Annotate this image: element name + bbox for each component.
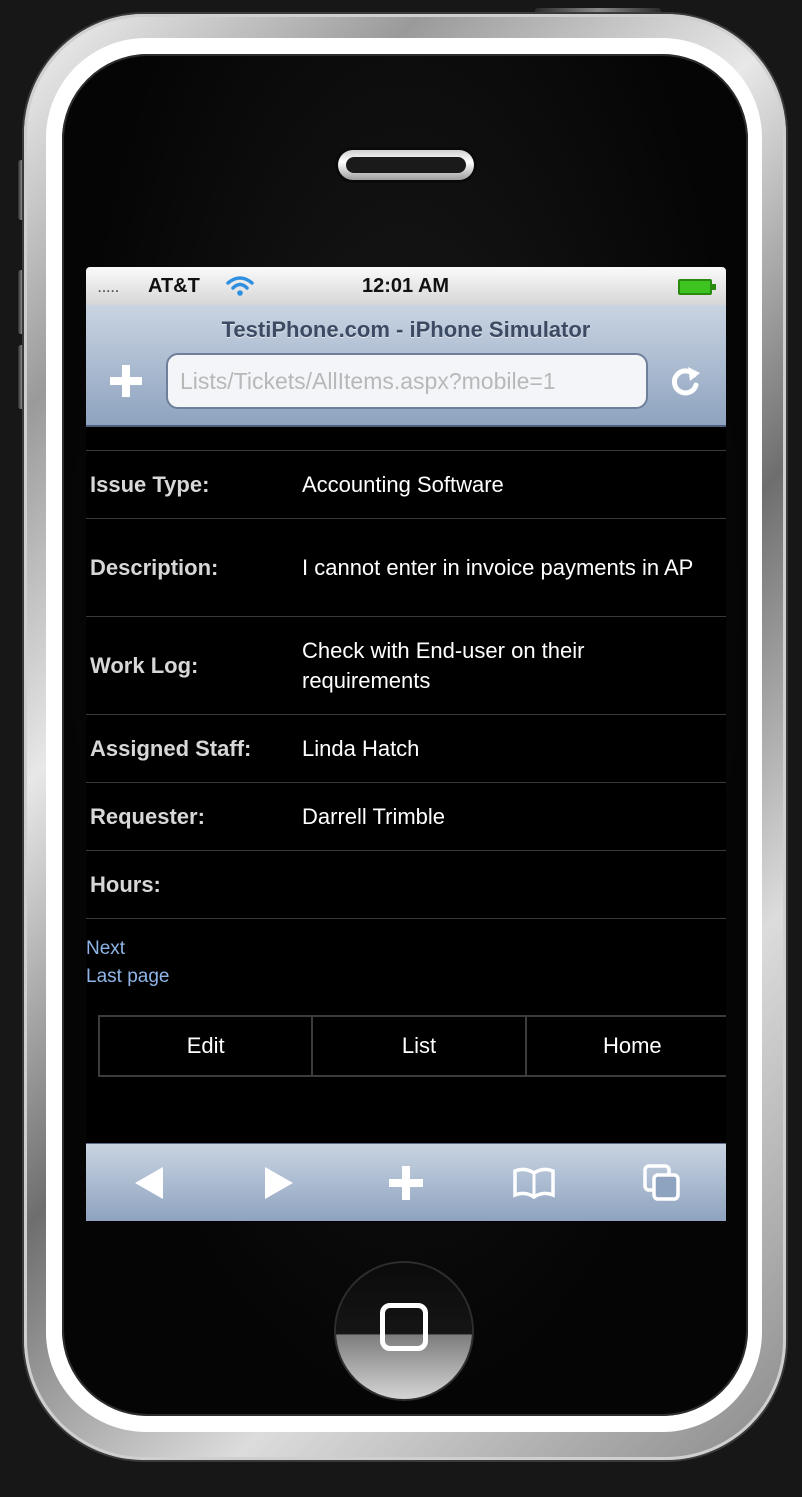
carrier-label: AT&T [148, 275, 200, 297]
edit-button[interactable]: Edit [100, 1017, 314, 1075]
bookmarks-button[interactable] [510, 1159, 558, 1207]
field-row-issue-type: Issue Type: Accounting Software [86, 451, 726, 519]
field-label: Work Log: [90, 652, 199, 678]
field-label: Hours: [90, 871, 161, 897]
field-value: I cannot enter in invoice payments in AP [302, 554, 694, 580]
add-button[interactable] [382, 1159, 430, 1207]
reload-icon[interactable] [668, 363, 702, 401]
pages-button[interactable] [638, 1159, 686, 1207]
browser-chrome: TestiPhone.com - iPhone Simulator Lists/… [86, 305, 726, 427]
simulator-stage: ..... AT&T 12:01 AM TestiPhone.com - iPh… [0, 0, 802, 1497]
list-button[interactable]: List [313, 1017, 527, 1075]
field-label: Description: [90, 554, 219, 580]
url-field[interactable]: Lists/Tickets/AllItems.aspx?mobile=1 [166, 353, 648, 409]
field-label: Assigned Staff: [90, 735, 252, 761]
field-value: Linda Hatch [302, 735, 420, 761]
bookmarks-icon [513, 1167, 555, 1199]
back-arrow-icon [135, 1166, 163, 1199]
field-row-work-log: Work Log: Check with End-user on their r… [86, 617, 726, 715]
next-link[interactable]: Next [86, 935, 726, 963]
back-button[interactable] [126, 1159, 174, 1207]
pager: Next Last page [86, 919, 726, 991]
field-label: Requester: [90, 803, 205, 829]
home-square-icon [380, 1303, 428, 1351]
plus-icon [389, 1165, 423, 1200]
field-row-assigned-staff: Assigned Staff: Linda Hatch [86, 715, 726, 783]
add-bookmark-button[interactable] [108, 359, 144, 403]
forward-arrow-icon [265, 1166, 293, 1199]
browser-toolbar [86, 1143, 726, 1221]
action-bar: Edit List Home [98, 1015, 726, 1077]
plus-icon [110, 365, 142, 397]
last-page-link[interactable]: Last page [86, 963, 726, 991]
home-nav-button[interactable]: Home [527, 1017, 726, 1075]
ticket-detail: Issue Type: Accounting Software Descript… [86, 429, 726, 991]
forward-button[interactable] [254, 1159, 302, 1207]
field-row-hours: Hours: [86, 851, 726, 919]
wifi-icon [226, 276, 254, 296]
field-value: Check with End-user on their requirement… [302, 637, 585, 693]
home-button[interactable] [336, 1263, 472, 1399]
earpiece-speaker [338, 150, 474, 180]
field-label: Issue Type: [90, 471, 210, 497]
pages-icon [643, 1163, 680, 1201]
status-time: 12:01 AM [362, 275, 450, 297]
field-row-requester: Requester: Darrell Trimble [86, 783, 726, 851]
signal-strength-icon: ..... [98, 281, 120, 295]
field-value: Accounting Software [302, 471, 504, 497]
battery-icon [678, 279, 716, 295]
partial-row [86, 429, 726, 451]
device-screen: ..... AT&T 12:01 AM TestiPhone.com - iPh… [86, 267, 726, 1222]
status-bar: ..... AT&T 12:01 AM [86, 267, 726, 305]
field-row-description: Description: I cannot enter in invoice p… [86, 519, 726, 617]
browser-title: TestiPhone.com - iPhone Simulator [221, 317, 591, 342]
field-value: Darrell Trimble [302, 803, 446, 829]
